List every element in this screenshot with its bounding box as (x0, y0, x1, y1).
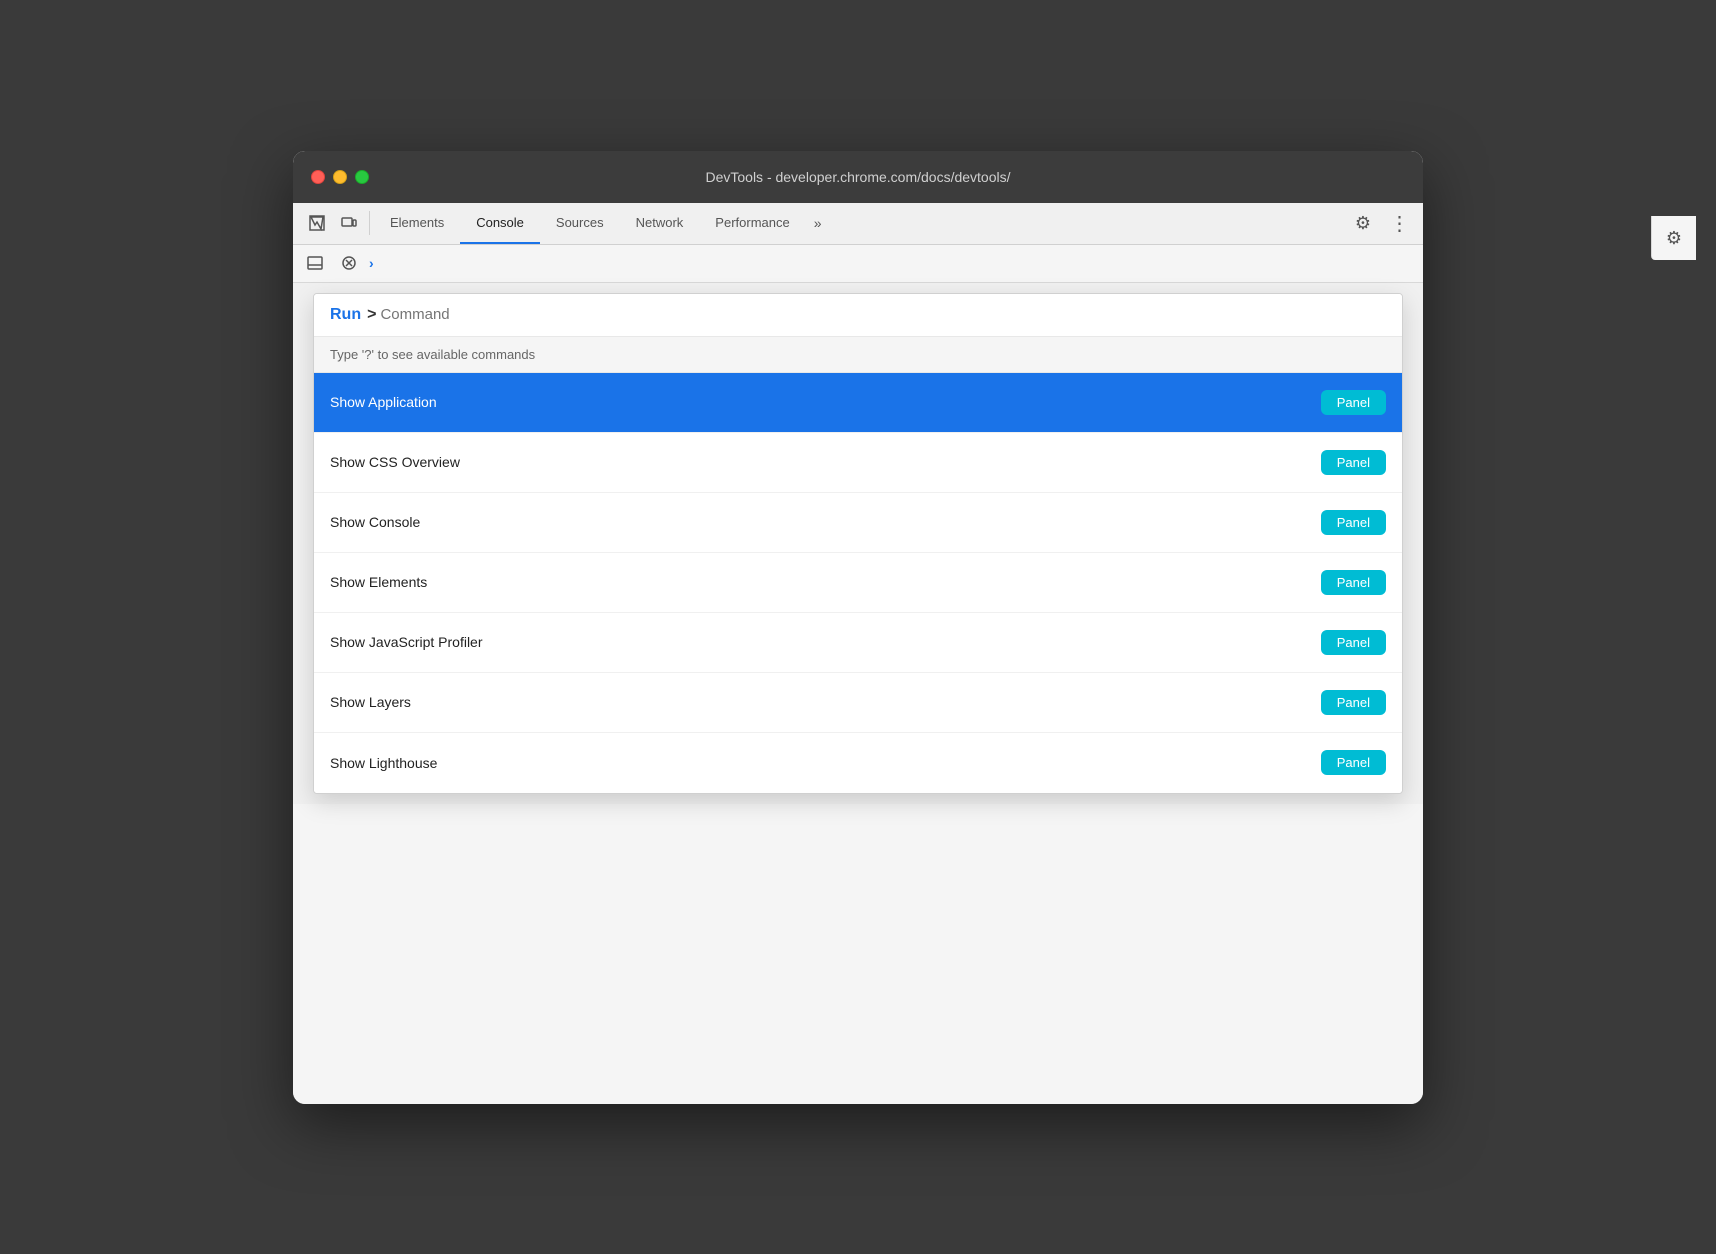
clear-console-button[interactable] (335, 249, 363, 277)
devtools-window: DevTools - developer.chrome.com/docs/dev… (293, 151, 1423, 1104)
command-item-name: Show Console (330, 514, 420, 530)
command-chevron: > (367, 306, 376, 324)
device-toggle-button[interactable] (333, 207, 365, 239)
command-item-name: Show CSS Overview (330, 454, 460, 470)
tabs-overflow-button[interactable]: » (806, 215, 830, 231)
panel-badge[interactable]: Panel (1321, 510, 1386, 535)
main-content (293, 804, 1423, 1104)
command-item-show-console[interactable]: Show Console Panel (314, 493, 1402, 553)
command-item-name: Show Lighthouse (330, 755, 437, 771)
command-input-row: Run > (314, 294, 1402, 337)
title-bar: DevTools - developer.chrome.com/docs/dev… (293, 151, 1423, 203)
devtools-body: Elements Console Sources Network Perform… (293, 203, 1423, 1104)
command-item-name: Show JavaScript Profiler (330, 634, 483, 650)
command-item-show-javascript-profiler[interactable]: Show JavaScript Profiler Panel (314, 613, 1402, 673)
command-item-name: Show Application (330, 394, 437, 410)
settings-button[interactable]: ⚙ (1347, 207, 1379, 239)
command-item-show-application[interactable]: Show Application Panel (314, 373, 1402, 433)
toolbar-divider (369, 211, 370, 235)
inspect-element-button[interactable] (301, 207, 333, 239)
expand-chevron[interactable]: › (369, 255, 374, 271)
minimize-button[interactable] (333, 170, 347, 184)
secondary-toolbar: › (293, 245, 1423, 283)
panel-badge[interactable]: Panel (1321, 750, 1386, 775)
main-toolbar: Elements Console Sources Network Perform… (293, 203, 1423, 245)
command-list: Show Application Panel Show CSS Overview Pa… (314, 373, 1402, 793)
maximize-button[interactable] (355, 170, 369, 184)
tab-elements[interactable]: Elements (374, 203, 460, 244)
tab-network[interactable]: Network (620, 203, 700, 244)
tab-sources[interactable]: Sources (540, 203, 620, 244)
command-item-show-css-overview[interactable]: Show CSS Overview Panel (314, 433, 1402, 493)
tab-performance[interactable]: Performance (699, 203, 805, 244)
command-item-show-layers[interactable]: Show Layers Panel (314, 673, 1402, 733)
panel-badge[interactable]: Panel (1321, 390, 1386, 415)
run-label: Run (330, 306, 361, 324)
panel-badge[interactable]: Panel (1321, 570, 1386, 595)
panel-badge[interactable]: Panel (1321, 450, 1386, 475)
command-item-show-lighthouse[interactable]: Show Lighthouse Panel (314, 733, 1402, 793)
command-item-name: Show Elements (330, 574, 427, 590)
command-hint: Type '?' to see available commands (314, 337, 1402, 373)
close-button[interactable] (311, 170, 325, 184)
more-options-button[interactable]: ⋮ (1383, 207, 1415, 239)
window-title: DevTools - developer.chrome.com/docs/dev… (705, 169, 1010, 185)
panel-badge[interactable]: Panel (1321, 630, 1386, 655)
panel-badge[interactable]: Panel (1321, 690, 1386, 715)
command-input[interactable] (380, 306, 1386, 323)
toolbar-right: ⚙ ⋮ (1347, 207, 1415, 239)
traffic-lights (311, 170, 369, 184)
command-item-name: Show Layers (330, 694, 411, 710)
tabs-container: Elements Console Sources Network Perform… (374, 203, 1347, 244)
command-palette: Run > Type '?' to see available commands… (313, 293, 1403, 794)
show-console-drawer-button[interactable] (301, 249, 329, 277)
command-palette-container: Run > Type '?' to see available commands… (293, 293, 1423, 794)
command-item-show-elements[interactable]: Show Elements Panel (314, 553, 1402, 613)
tab-console[interactable]: Console (460, 203, 540, 244)
